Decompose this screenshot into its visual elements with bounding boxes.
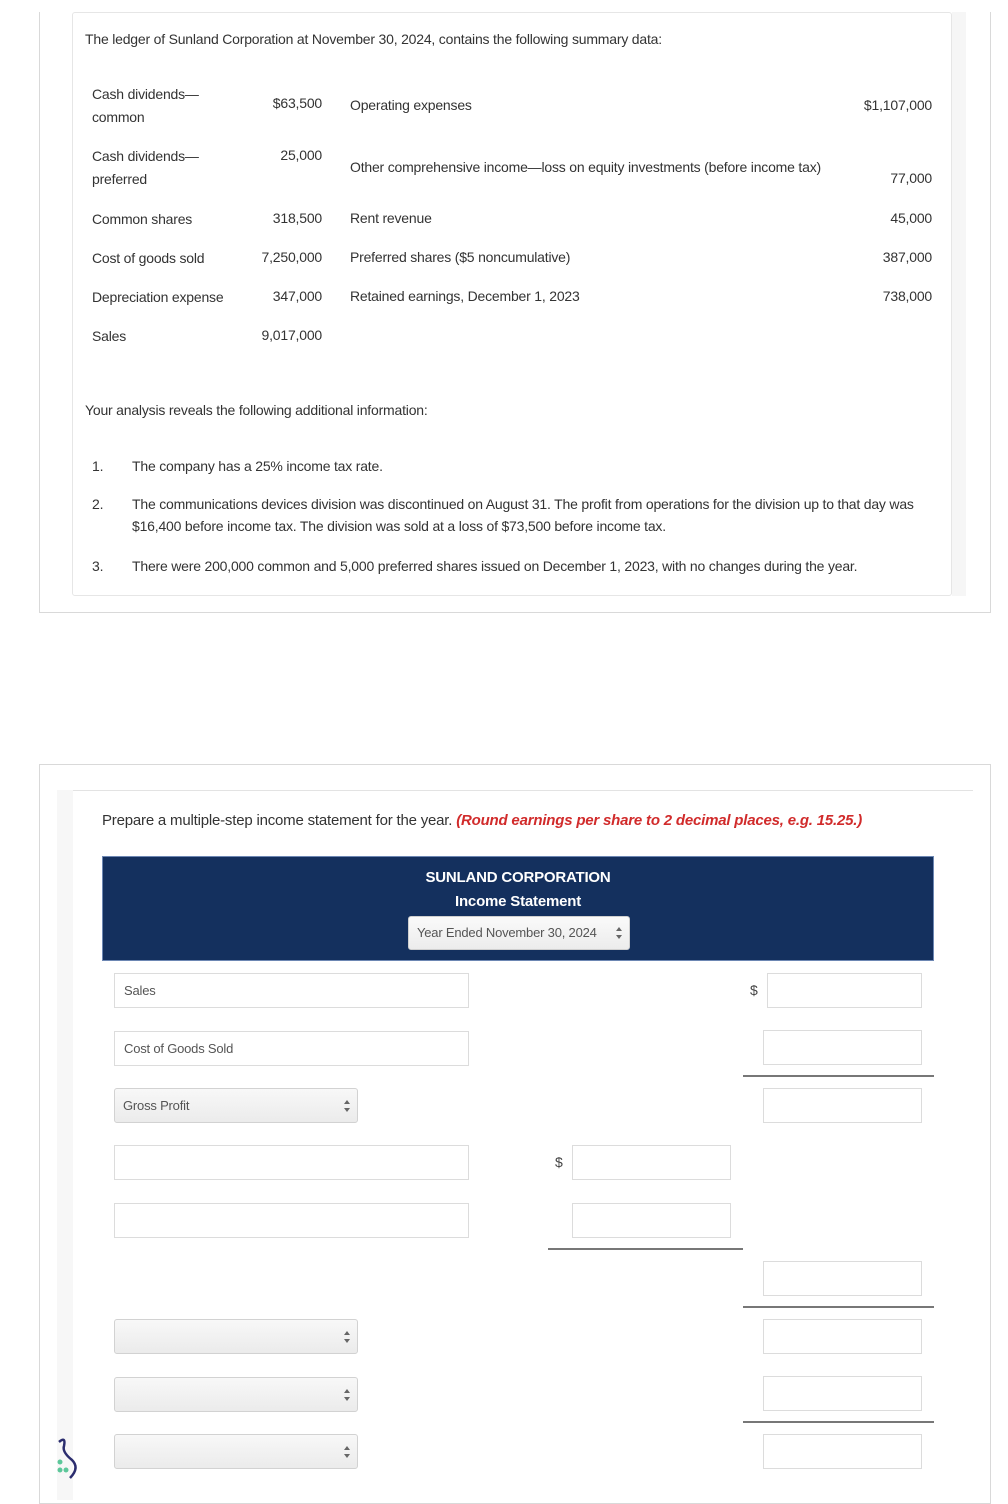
ledger-label: Cash dividends— common: [92, 86, 199, 125]
ledger-amount: 9,017,000: [261, 327, 323, 343]
answer-scrollbar[interactable]: [57, 790, 73, 1500]
amount-input[interactable]: [572, 1203, 731, 1238]
amount-input[interactable]: [572, 1145, 731, 1180]
ledger-label: Cash dividends— preferred: [92, 148, 199, 187]
amount-input[interactable]: [763, 1376, 922, 1411]
select-arrows-icon: [344, 1388, 350, 1401]
helper-bot-icon[interactable]: [56, 1438, 86, 1480]
account-select[interactable]: [114, 1377, 358, 1412]
account-input-cogs[interactable]: Cost of Goods Sold: [114, 1031, 469, 1066]
amount-input[interactable]: [763, 1434, 922, 1469]
ledger-amount: 318,500: [272, 210, 322, 226]
account-select[interactable]: [114, 1434, 358, 1469]
ledger-label: Sales: [92, 328, 127, 344]
ledger-amount: 77,000: [890, 170, 932, 186]
ledger-amount: 387,000: [882, 249, 932, 265]
problem-intro: The ledger of Sunland Corporation at Nov…: [85, 31, 662, 47]
subtotal-rule: [743, 1306, 934, 1308]
subtotal-rule: [548, 1248, 743, 1250]
ledger-label: Common shares: [92, 211, 193, 227]
dollar-sign: $: [750, 982, 758, 998]
amount-input[interactable]: [763, 1261, 922, 1296]
account-input-sales[interactable]: Sales: [114, 973, 469, 1008]
subtotal-rule: [743, 1421, 934, 1423]
ledger-label: Retained earnings, December 1, 2023: [350, 288, 580, 304]
select-arrows-icon: [344, 1445, 350, 1458]
amount-input-gross-profit[interactable]: [763, 1088, 922, 1123]
ledger-label: Depreciation expense: [92, 289, 224, 305]
subtotal-rule: [743, 1075, 934, 1077]
ledger-label: Operating expenses: [350, 97, 472, 113]
select-arrows-icon: [344, 1099, 350, 1112]
period-select[interactable]: Year Ended November 30, 2024: [408, 916, 630, 950]
ledger-label: Preferred shares ($5 noncumulative): [350, 249, 571, 265]
ledger-amount: 347,000: [272, 288, 322, 304]
ledger-amount: $63,500: [272, 95, 322, 111]
ledger-label: Other comprehensive income—loss on equit…: [350, 159, 821, 175]
select-arrows-icon: [616, 927, 622, 939]
additional-info-intro: Your analysis reveals the following addi…: [85, 402, 428, 418]
account-input[interactable]: [114, 1145, 469, 1180]
ledger-amount: 25,000: [280, 147, 322, 163]
rounding-note: (Round earnings per share to 2 decimal p…: [456, 812, 863, 829]
ledger-label: Rent revenue: [350, 210, 432, 226]
select-arrows-icon: [344, 1330, 350, 1343]
divider: [73, 790, 973, 791]
ledger-amount: 45,000: [890, 210, 932, 226]
problem-scrollbar[interactable]: [952, 12, 966, 596]
statement-header: SUNLAND CORPORATION Income Statement Yea…: [102, 856, 934, 961]
statement-title: Income Statement: [455, 893, 581, 910]
amount-input-cogs[interactable]: [763, 1030, 922, 1065]
account-input[interactable]: [114, 1203, 469, 1238]
task-instruction: Prepare a multiple-step income statement…: [102, 812, 863, 829]
ledger-label: Cost of goods sold: [92, 250, 205, 266]
amount-input-sales[interactable]: [767, 973, 922, 1008]
account-select[interactable]: [114, 1319, 358, 1354]
company-name: SUNLAND CORPORATION: [425, 869, 611, 886]
ledger-amount: $1,107,000: [863, 97, 932, 113]
account-select-gross-profit[interactable]: Gross Profit: [114, 1088, 358, 1123]
dollar-sign: $: [555, 1154, 563, 1170]
amount-input[interactable]: [763, 1319, 922, 1354]
ledger-amount: 7,250,000: [261, 249, 323, 265]
ledger-amount: 738,000: [882, 288, 932, 304]
